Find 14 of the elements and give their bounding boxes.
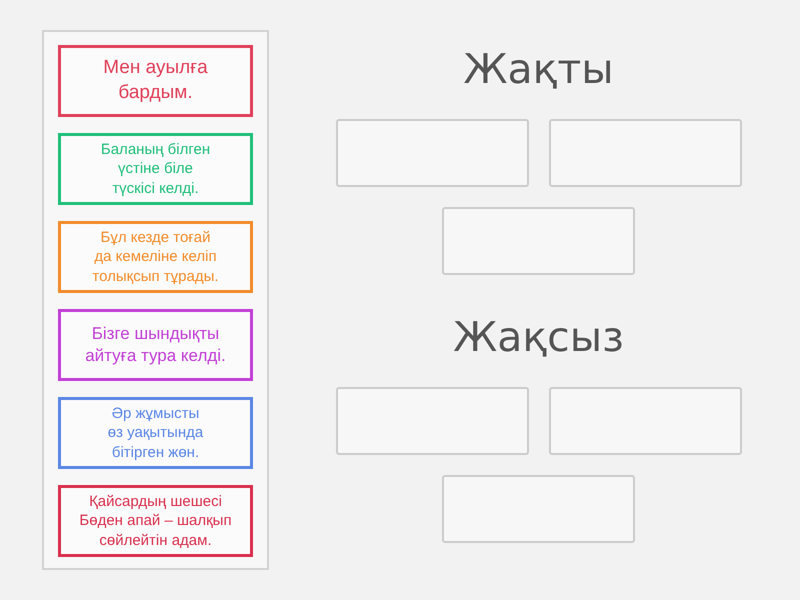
sentence-card[interactable]: Әр жұмысты өз уақытында бітірген жөн. bbox=[58, 397, 253, 469]
category-title: Жақты bbox=[463, 44, 614, 95]
sentence-card[interactable]: Бұл кезде тоғай да кемеліне келіп толықсып тұрады. bbox=[58, 221, 253, 293]
sentence-card[interactable]: Қайсардың шешесі Бөден апай – шалқып сөйлейтін адам. bbox=[58, 485, 253, 557]
drop-zone[interactable] bbox=[442, 207, 635, 275]
sentence-card[interactable]: Мен ауылға бардым. bbox=[58, 45, 253, 117]
sentence-card[interactable]: Баланың білген үстіне біле түскісі келді. bbox=[58, 133, 253, 205]
drop-zone[interactable] bbox=[336, 119, 528, 187]
drop-zone[interactable] bbox=[548, 119, 742, 187]
sentence-card[interactable]: Бізге шындықты айтуға тура келді. bbox=[58, 309, 253, 381]
drop-zone[interactable] bbox=[548, 387, 742, 455]
category-title: Жақсыз bbox=[453, 312, 624, 363]
drop-zone[interactable] bbox=[336, 387, 528, 455]
drop-zone[interactable] bbox=[442, 475, 635, 543]
